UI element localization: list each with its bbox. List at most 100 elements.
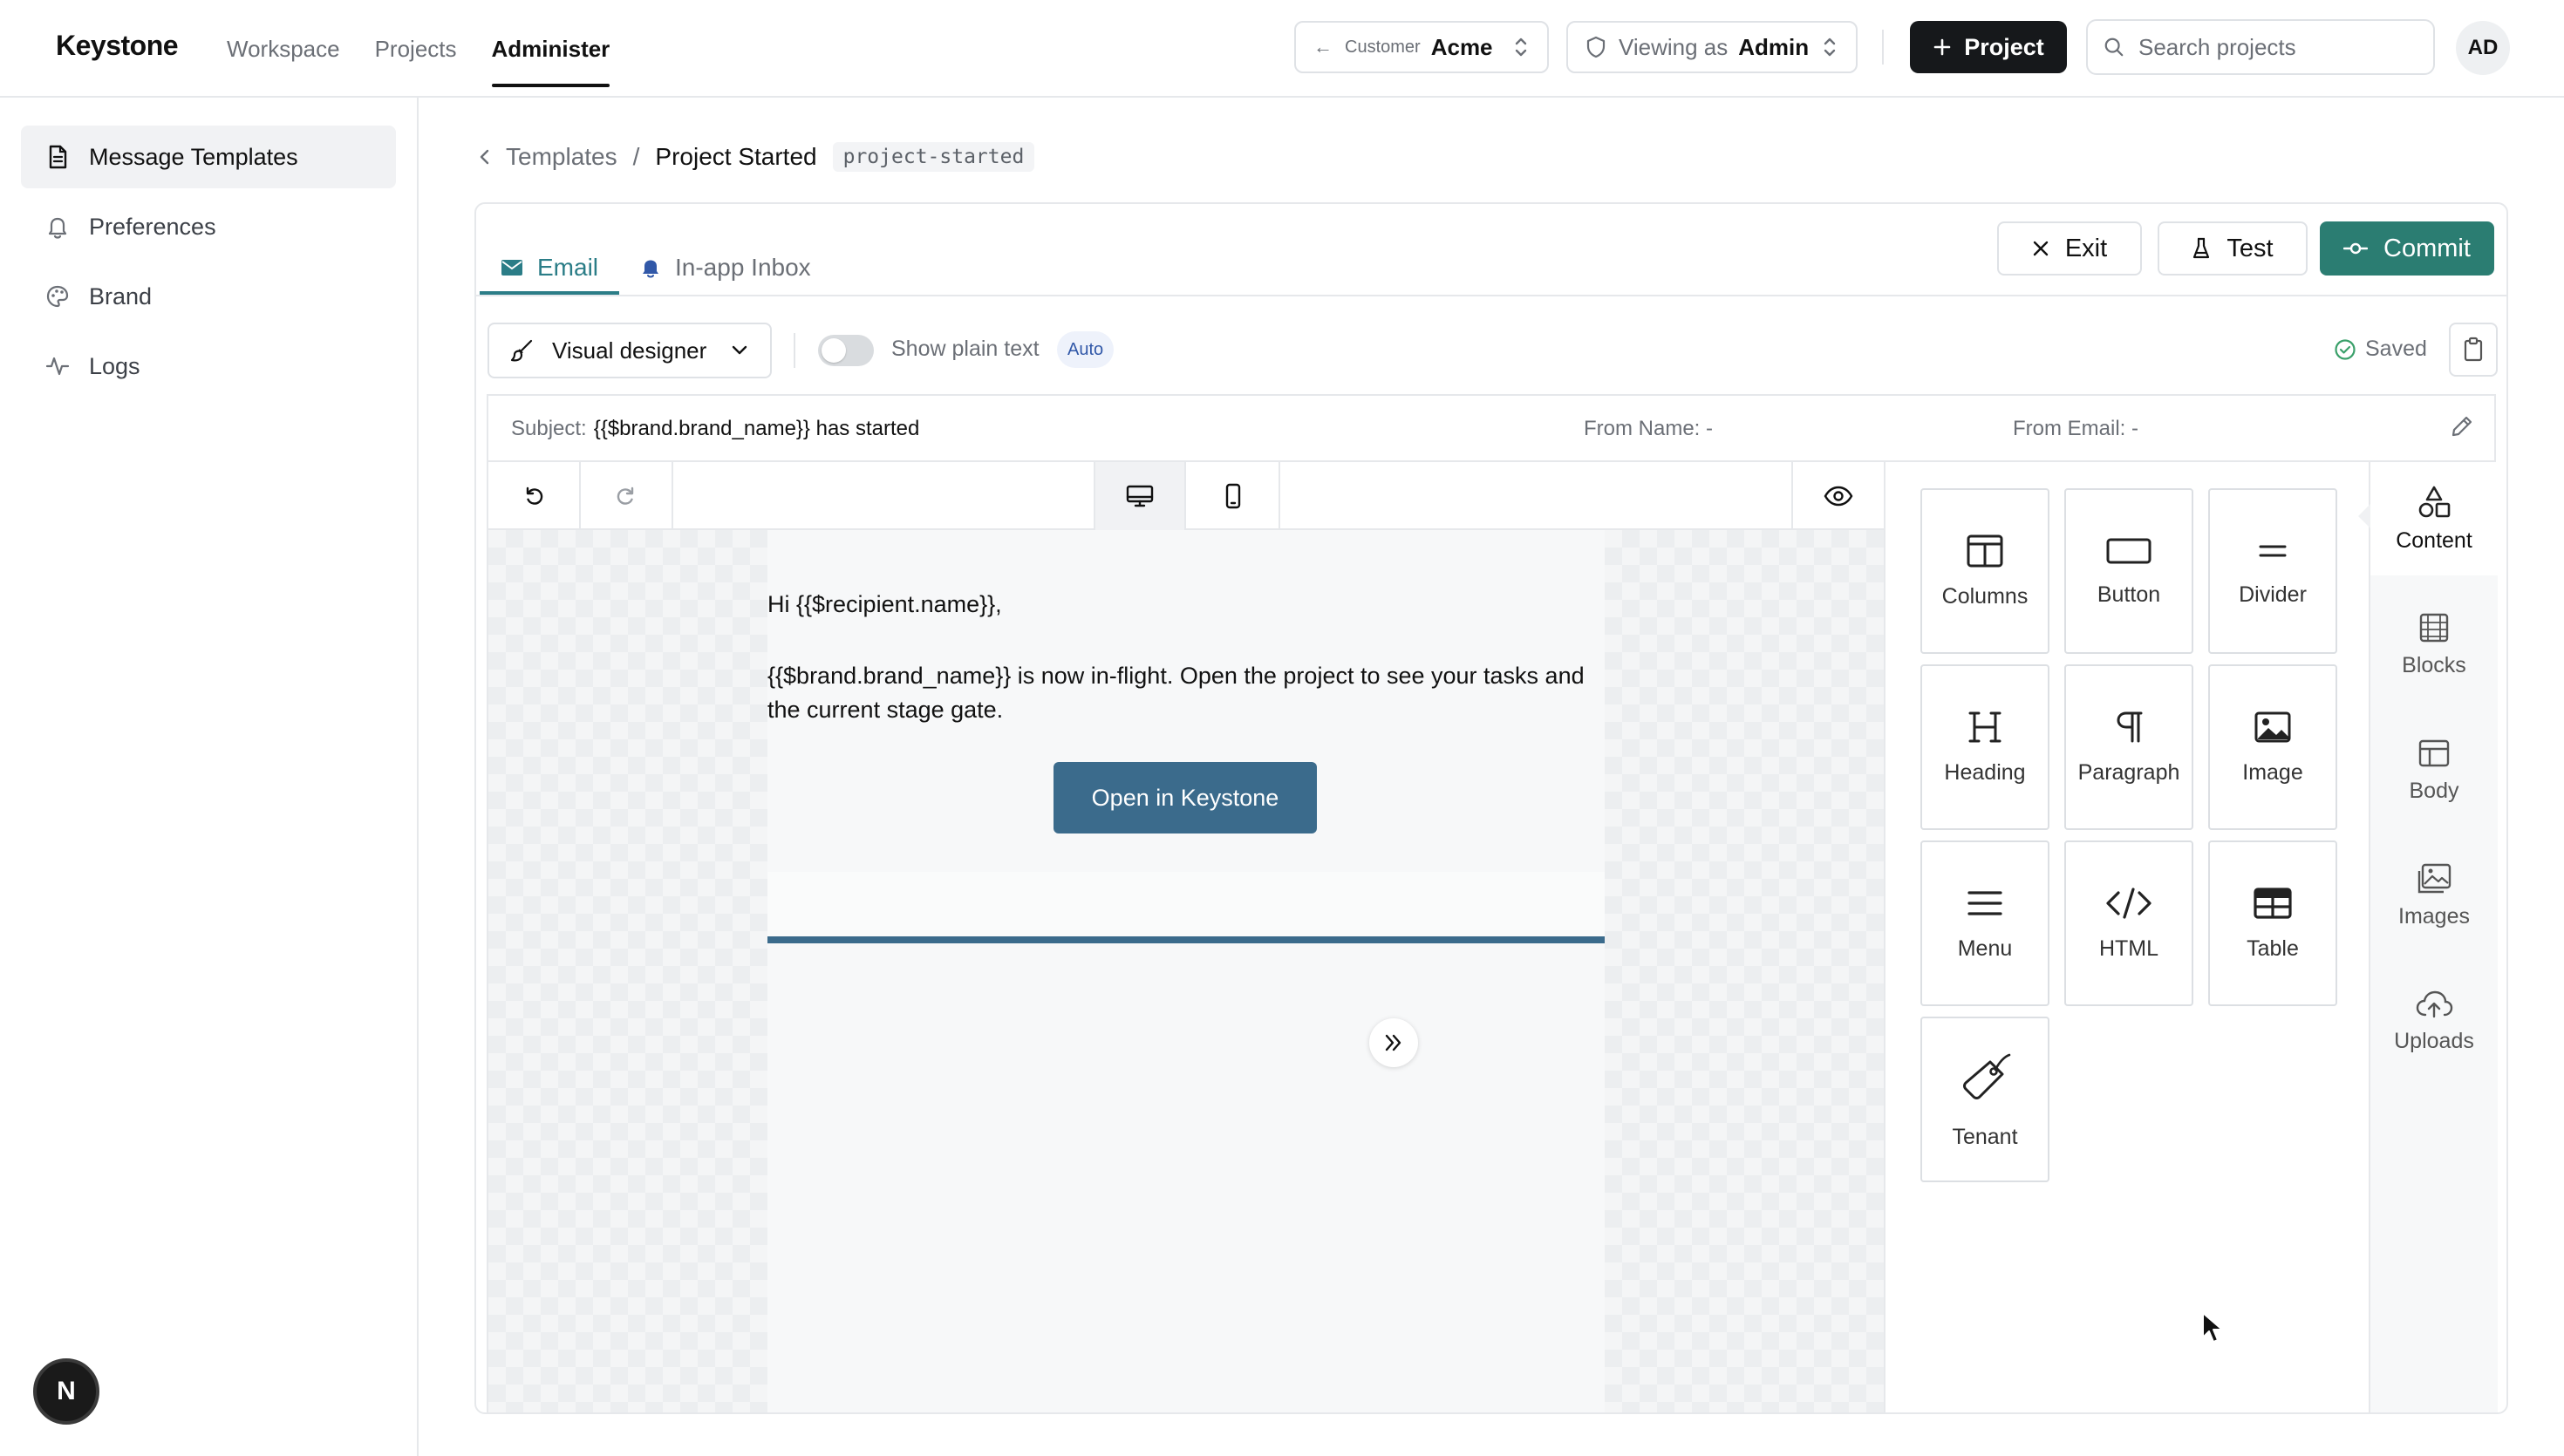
template-editor: Email In-app Inbox Exit Test Commit Visu… bbox=[474, 202, 2508, 1414]
menu-icon bbox=[1967, 890, 2002, 915]
tool-label: Heading bbox=[1944, 759, 2026, 785]
sidebar-item-label: Brand bbox=[89, 282, 153, 310]
email-canvas[interactable]: Hi {{$recipient.name}}, {{$brand.brand_n… bbox=[488, 530, 1884, 1412]
plain-text-toggle[interactable] bbox=[818, 335, 874, 366]
rail-item-body[interactable]: Body bbox=[2370, 713, 2498, 827]
viewing-as-switcher[interactable]: Viewing as Admin bbox=[1566, 21, 1858, 73]
editor-side-rail: Content Blocks Body Images Uploads bbox=[2358, 462, 2498, 1412]
dev-tools-button[interactable]: N bbox=[33, 1358, 99, 1425]
search-input[interactable] bbox=[2138, 33, 2417, 61]
divider-icon bbox=[2259, 545, 2287, 556]
chevron-left-icon bbox=[480, 149, 489, 165]
search-box bbox=[2086, 19, 2435, 75]
undo-button[interactable] bbox=[488, 462, 581, 530]
bell-icon bbox=[48, 217, 67, 239]
new-project-button[interactable]: Project bbox=[1910, 21, 2067, 73]
tag-icon bbox=[1963, 1053, 2011, 1099]
palette-icon bbox=[46, 285, 69, 308]
sidebar-item-preferences[interactable]: Preferences bbox=[21, 195, 396, 258]
preview-button[interactable] bbox=[1791, 462, 1884, 530]
check-circle-icon bbox=[2335, 338, 2356, 360]
eye-icon bbox=[1824, 486, 1853, 507]
git-commit-icon bbox=[2343, 242, 2369, 255]
email-cta-button[interactable]: Open in Keystone bbox=[1054, 762, 1317, 833]
rail-item-blocks[interactable]: Blocks bbox=[2370, 588, 2498, 701]
subject-value: {{$brand.brand_name}} has started bbox=[593, 417, 920, 440]
email-greeting[interactable]: Hi {{$recipient.name}}, bbox=[767, 591, 1002, 618]
tool-menu[interactable]: Menu bbox=[1920, 840, 2049, 1006]
template-key-badge: project-started bbox=[832, 142, 1035, 172]
tool-label: Image bbox=[2242, 759, 2303, 785]
email-spacer-block[interactable] bbox=[767, 872, 1605, 940]
rail-label: Uploads bbox=[2394, 1028, 2474, 1053]
clipboard-button[interactable] bbox=[2449, 323, 2498, 377]
designer-mode-select[interactable]: Visual designer bbox=[488, 323, 772, 378]
desktop-preview-button[interactable] bbox=[1094, 462, 1186, 530]
user-avatar[interactable]: AD bbox=[2456, 21, 2510, 75]
exit-button[interactable]: Exit bbox=[1997, 221, 2142, 276]
rail-label: Content bbox=[2396, 527, 2472, 553]
plain-text-label: Show plain text bbox=[891, 337, 1040, 361]
tool-divider[interactable]: Divider bbox=[2208, 488, 2337, 654]
rail-item-content[interactable]: Content bbox=[2358, 462, 2498, 575]
tab-email[interactable]: Email bbox=[479, 241, 620, 295]
pencil-icon[interactable] bbox=[2449, 413, 2475, 439]
nav-projects[interactable]: Projects bbox=[375, 0, 457, 98]
chevron-up-down-icon bbox=[1515, 37, 1527, 57]
email-preview[interactable]: Hi {{$recipient.name}}, {{$brand.brand_n… bbox=[767, 530, 1605, 1412]
tool-columns[interactable]: Columns bbox=[1920, 488, 2049, 654]
table-icon bbox=[2254, 887, 2292, 919]
email-meta-bar[interactable]: Subject: {{$brand.brand_name}} has starte… bbox=[487, 394, 2496, 460]
shapes-icon bbox=[2418, 486, 2451, 517]
tool-tenant[interactable]: Tenant bbox=[1920, 1017, 2049, 1182]
sidebar-item-label: Preferences bbox=[89, 213, 216, 240]
from-email-label: From Email: bbox=[2013, 417, 2126, 440]
customer-switcher[interactable]: ← Customer Acme bbox=[1294, 21, 1549, 73]
breadcrumb-separator: / bbox=[632, 143, 640, 170]
tab-label: In-app Inbox bbox=[675, 254, 811, 281]
new-project-label: Project bbox=[1964, 33, 2044, 60]
commit-button[interactable]: Commit bbox=[2320, 221, 2494, 276]
tool-button[interactable]: Button bbox=[2064, 488, 2193, 654]
tool-label: Paragraph bbox=[2077, 759, 2180, 785]
tool-image[interactable]: Image bbox=[2208, 664, 2337, 830]
canvas-toolbar bbox=[488, 462, 1884, 530]
save-status-label: Saved bbox=[2365, 337, 2427, 361]
collapse-panel-button[interactable] bbox=[1369, 1018, 1418, 1067]
test-button[interactable]: Test bbox=[2158, 221, 2308, 276]
tab-in-app-inbox[interactable]: In-app Inbox bbox=[640, 241, 811, 295]
tool-table[interactable]: Table bbox=[2208, 840, 2337, 1006]
sidebar-item-message-templates[interactable]: Message Templates bbox=[21, 126, 396, 188]
nav-workspace[interactable]: Workspace bbox=[227, 0, 340, 98]
sidebar-item-brand[interactable]: Brand bbox=[21, 265, 396, 328]
tool-label: Tenant bbox=[1952, 1124, 2018, 1149]
email-paragraph[interactable]: {{$brand.brand_name}} is now in-flight. … bbox=[767, 659, 1605, 727]
email-designer: Hi {{$recipient.name}}, {{$brand.brand_n… bbox=[487, 460, 2498, 1412]
sidebar-item-label: Logs bbox=[89, 352, 140, 379]
tool-label: Divider bbox=[2239, 582, 2307, 607]
tool-paragraph[interactable]: Paragraph bbox=[2064, 664, 2193, 830]
clipboard-icon bbox=[2464, 337, 2483, 362]
nav-administer[interactable]: Administer bbox=[491, 0, 610, 98]
mobile-preview-button[interactable] bbox=[1188, 462, 1280, 530]
tool-html[interactable]: HTML bbox=[2064, 840, 2193, 1006]
app-logo[interactable]: Keystone bbox=[56, 30, 179, 62]
sidebar-item-logs[interactable]: Logs bbox=[21, 335, 396, 398]
rail-label: Body bbox=[2409, 778, 2459, 803]
code-icon bbox=[2106, 887, 2151, 919]
breadcrumb-parent-link[interactable]: Templates bbox=[478, 143, 617, 171]
content-tools-panel: Columns Button Divider Heading Paragraph… bbox=[1884, 462, 2369, 1412]
rail-item-images[interactable]: Images bbox=[2370, 839, 2498, 952]
rail-item-uploads[interactable]: Uploads bbox=[2370, 964, 2498, 1078]
chevron-up-down-icon bbox=[1824, 37, 1836, 57]
commit-label: Commit bbox=[2383, 234, 2471, 262]
tool-heading[interactable]: Heading bbox=[1920, 664, 2049, 830]
brush-icon bbox=[510, 339, 533, 362]
auto-badge: Auto bbox=[1057, 331, 1115, 368]
layout-icon bbox=[2418, 739, 2450, 766]
redo-icon bbox=[617, 486, 634, 505]
email-divider[interactable] bbox=[767, 936, 1605, 943]
redo-button[interactable] bbox=[581, 462, 673, 530]
images-icon bbox=[2417, 863, 2451, 893]
chevron-down-icon bbox=[732, 345, 747, 355]
